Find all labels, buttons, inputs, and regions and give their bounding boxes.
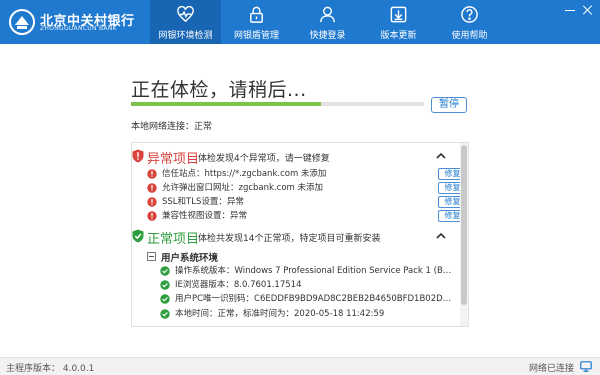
tab-label: 快捷登录 [309,31,346,41]
normal-item-text: 用户PC唯一识别码：C6EDDFB9BD9AD8C2BEB2B4650BFD1B… [175,294,453,304]
pause-button[interactable]: 暂停 [431,97,467,113]
bank-name-en: ZHONGGUANCUN BANK [40,25,117,32]
monitor-connected-icon [580,361,592,372]
abnormal-item-text: SSL和TLS设置：异常 [162,197,244,207]
normal-item: 用户PC唯一识别码：C6EDDFB9BD9AD8C2BEB2B4650BFD1B… [160,293,460,306]
shield-check-icon [132,229,144,243]
normal-item: 本地时间：正常，标准时间为：2020-05-18 11:42:59 [160,308,460,321]
normal-item-text: IE浏览器版本：8.0.7601.17514 [175,280,302,290]
check-circle-icon [160,309,170,319]
scrollbar-thumb[interactable] [461,145,467,305]
results-scrollbar[interactable] [460,143,468,326]
abnormal-item: 兼容性视图设置：异常 修复 [147,210,467,223]
tab-version-update[interactable]: 版本更新 [363,0,434,44]
connection-status: 网络已连接 [528,364,574,374]
status-bar: 主程序版本： 4.0.0.1 网络已连接 [0,357,600,375]
tab-label: 网银环境检测 [158,31,213,41]
results-panel: 异常项目 体检发现4个异常项，请一键修复 信任站点：https://*.zgcb… [131,142,469,327]
heart-monitor-icon [177,5,194,23]
normal-item-text: 本地时间：正常，标准时间为：2020-05-18 11:42:59 [175,309,385,319]
help-icon [461,6,478,23]
normal-item: 操作系统版本：Windows 7 Professional Edition Se… [160,265,460,278]
abnormal-section-title: 异常项目 [147,152,200,167]
abnormal-section-summary: 体检发现4个异常项，请一键修复 [198,154,330,164]
network-status: 本地网络连接：正常 [131,122,213,132]
check-circle-icon [160,280,170,290]
tab-help[interactable]: 使用帮助 [434,0,505,44]
chevron-up-icon[interactable] [435,230,447,242]
lock-icon [250,6,263,23]
normal-section-summary: 体检共发现14个正常项，特定项目可重新安装 [198,234,381,244]
user-system-env-group[interactable]: 用户系统环境 [147,249,447,264]
tab-usbkey-manage[interactable]: 网银盾管理 [221,0,292,44]
check-progress-bar [131,102,424,106]
tab-quick-login[interactable]: 快捷登录 [292,0,363,44]
normal-section-title: 正常项目 [147,232,200,247]
tab-env-check[interactable]: 网银环境检测 [150,0,221,44]
minimize-button[interactable] [564,4,576,16]
check-progress-fill [131,102,322,106]
error-icon [147,169,157,179]
check-circle-icon [160,294,170,304]
error-icon [147,183,157,193]
main-nav: 网银环境检测 网银盾管理 快捷登录 版本更新 使用帮助 [150,0,505,44]
normal-item-text: 操作系统版本：Windows 7 Professional Edition Se… [175,266,453,276]
app-header: 北京中关村银行 ZHONGGUANCUN BANK 网银环境检测 网银盾管理 快… [0,0,600,44]
abnormal-item: SSL和TLS设置：异常 修复 [147,196,467,209]
tab-label: 网银盾管理 [233,31,279,41]
close-button[interactable] [582,4,594,16]
bank-logo-mark-icon [9,9,35,35]
check-title: 正在体检，请稍后... [131,79,307,101]
download-icon [390,6,407,23]
error-icon [147,211,157,221]
normal-section-header: 正常项目 体检共发现14个正常项，特定项目可重新安装 [132,226,462,247]
app-version: 主程序版本： 4.0.0.1 [6,364,95,374]
normal-item: IE浏览器版本：8.0.7601.17514 [160,279,460,292]
chevron-up-icon[interactable] [435,150,447,162]
tab-label: 版本更新 [380,31,417,41]
abnormal-item-text: 允许弹出窗口网址：zgcbank.com 未添加 [162,183,324,193]
abnormal-item-text: 信任站点：https://*.zgcbank.com 未添加 [162,169,327,179]
abnormal-item-text: 兼容性视图设置：异常 [162,211,248,221]
abnormal-item: 信任站点：https://*.zgcbank.com 未添加 修复 [147,168,467,181]
check-circle-icon [160,266,170,276]
collapse-box-icon[interactable] [147,252,156,261]
abnormal-item: 允许弹出窗口网址：zgcbank.com 未添加 修复 [147,182,467,195]
shield-warning-icon [132,149,144,163]
user-icon [320,6,335,23]
abnormal-section-header: 异常项目 体检发现4个异常项，请一键修复 [132,146,462,167]
error-icon [147,197,157,207]
window-controls [564,4,594,16]
bank-logo: 北京中关村银行 ZHONGGUANCUN BANK [8,8,158,36]
group-label: 用户系统环境 [161,253,219,264]
tab-label: 使用帮助 [451,31,488,41]
